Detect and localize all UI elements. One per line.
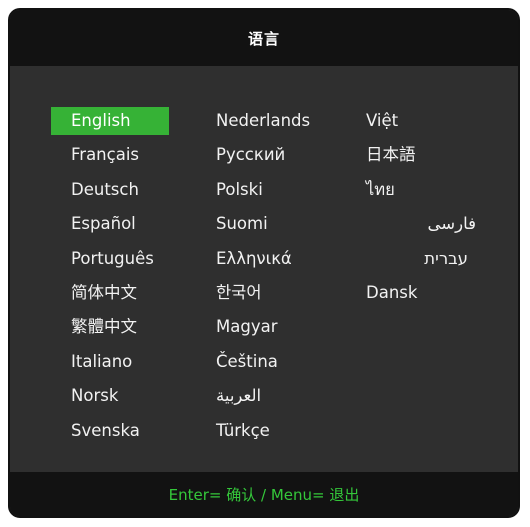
language-option-simplified-chinese[interactable]: 简体中文 xyxy=(51,276,174,310)
menu-title: 语言 xyxy=(247,29,280,48)
language-option-english[interactable]: English xyxy=(51,107,169,135)
language-option-suomi[interactable]: Suomi xyxy=(216,207,330,241)
language-option-svenska[interactable]: Svenska xyxy=(51,414,174,448)
language-option-italiano[interactable]: Italiano xyxy=(51,345,174,379)
language-option-cestina[interactable]: Čeština xyxy=(216,345,330,379)
language-option-nederlands[interactable]: Nederlands xyxy=(216,104,330,138)
language-option-farsi[interactable]: فارسی xyxy=(366,207,476,241)
language-option-korean[interactable]: 한국어 xyxy=(216,276,330,310)
language-column-2: Nederlands Русский Polski Suomi Ελληνικά… xyxy=(216,104,330,448)
language-option-vietnamese[interactable]: Việt xyxy=(366,104,476,138)
menu-body: English Français Deutsch Español Portugu… xyxy=(10,66,518,476)
menu-footer: Enter= 确认 / Menu= 退出 xyxy=(10,472,518,516)
language-option-thai[interactable]: ไทย xyxy=(366,173,476,207)
language-column-1: English Français Deutsch Español Portugu… xyxy=(51,104,174,448)
language-option-dansk[interactable]: Dansk xyxy=(366,276,476,310)
language-option-greek[interactable]: Ελληνικά xyxy=(216,242,330,276)
language-option-polski[interactable]: Polski xyxy=(216,173,330,207)
language-option-traditional-chinese[interactable]: 繁體中文 xyxy=(51,310,174,344)
language-option-hebrew[interactable]: עברית xyxy=(366,242,476,276)
language-option-magyar[interactable]: Magyar xyxy=(216,310,330,344)
language-option-russian[interactable]: Русский xyxy=(216,138,330,172)
language-option-deutsch[interactable]: Deutsch xyxy=(51,173,174,207)
language-option-espanol[interactable]: Español xyxy=(51,207,174,241)
language-column-3: Việt 日本語 ไทย فارسی עברית Dansk xyxy=(366,104,476,310)
language-menu-window: 语言 English Français Deutsch Español Port… xyxy=(8,8,520,518)
language-option-arabic[interactable]: العربية xyxy=(216,379,330,413)
language-option-francais[interactable]: Français xyxy=(51,138,174,172)
language-option-turkce[interactable]: Türkçe xyxy=(216,414,330,448)
menu-header: 语言 xyxy=(10,10,518,66)
language-option-japanese[interactable]: 日本語 xyxy=(366,138,476,172)
language-option-portugues[interactable]: Português xyxy=(51,242,174,276)
language-option-norsk[interactable]: Norsk xyxy=(51,379,174,413)
footer-key-hint: Enter= 确认 / Menu= 退出 xyxy=(168,485,360,504)
